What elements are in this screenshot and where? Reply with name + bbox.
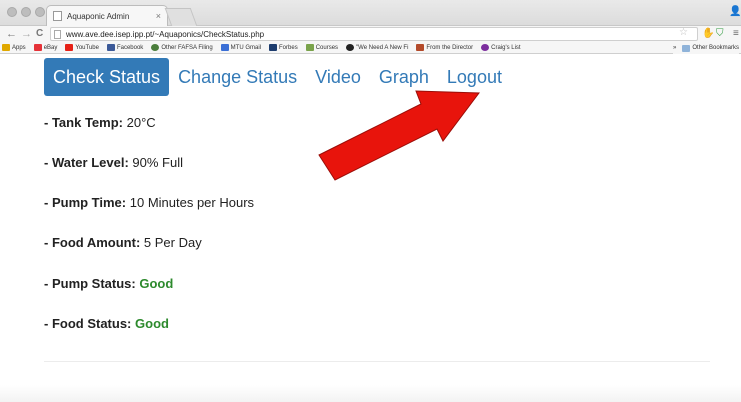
browser-toolbar: ← → C www.ave.dee.isep.ipp.pt/~Aquaponic… [0,26,741,42]
forbes-icon [269,44,278,51]
address-bar[interactable]: www.ave.dee.isep.ipp.pt/~Aquaponics/Chec… [50,27,698,41]
bookmark-facebook[interactable]: Facebook [106,44,143,51]
bookmark-we-need-a-new[interactable]: "We Need A New Fi [346,44,408,51]
bookmarks-overflow: » Other Bookmarks [672,42,739,54]
tank-temp-value: 20°C [126,115,156,130]
bookmark-craigs-list[interactable]: Craig's List [481,44,521,51]
minimize-window-icon[interactable] [21,7,31,17]
nav-graph[interactable]: Graph [370,58,438,96]
main-nav: Check Status Change Status Video Graph L… [44,58,511,96]
status-pump-status: - Pump Status: Good [44,276,174,291]
tab-close-icon[interactable]: × [156,11,161,21]
bookmark-from-the-director[interactable]: From the Director [416,44,473,51]
water-level-value: 90% Full [132,155,183,170]
reload-icon[interactable]: C [36,27,43,41]
bookmark-youtube[interactable]: YouTube [65,44,99,51]
browser-tab-bar: Aquaponic Admin × 👤 [0,0,741,26]
status-pump-time: - Pump Time: 10 Minutes per Hours [44,195,255,210]
bookmark-courses[interactable]: Courses [305,44,338,51]
pump-status-value: Good [139,276,174,291]
apps-grid-icon [2,44,10,51]
user-profile-icon[interactable]: 👤 [729,6,741,17]
new-tab-button[interactable] [164,8,198,26]
water-level-label: Water Level: [51,155,129,170]
food-amount-value: 5 Per Day [143,235,202,250]
food-status-value: Good [135,316,169,331]
bookmarks-bar: Apps eBay YouTube Facebook Other FAFSA F… [0,42,741,54]
ebay-icon [33,44,42,51]
close-window-icon[interactable] [7,7,17,17]
food-status-label: Food Status: [51,316,132,331]
menu-icon[interactable]: ≡ [733,28,739,39]
nav-logout[interactable]: Logout [438,58,511,96]
nav-change-status[interactable]: Change Status [169,58,306,96]
back-icon[interactable]: ← [6,27,17,41]
pump-time-value: 10 Minutes per Hours [129,195,255,210]
nav-video[interactable]: Video [306,58,370,96]
nav-check-status[interactable]: Check Status [44,58,170,96]
zoom-window-icon[interactable] [35,7,45,17]
tab-title: Aquaponic Admin [67,11,130,21]
folder-icon [682,44,691,52]
other-bookmarks[interactable]: Other Bookmarks [682,44,739,52]
youtube-icon [65,44,74,51]
food-amount-label: Food Amount: [51,235,141,250]
director-icon [416,44,425,51]
page-favicon-icon [53,11,62,21]
peace-icon [481,44,490,51]
bookmark-forbes[interactable]: Forbes [269,44,298,51]
footer-shade [0,385,741,402]
bookmark-apps[interactable]: Apps [2,44,26,51]
ted-icon [346,44,355,51]
page-content: Check Status Change Status Video Graph L… [0,55,741,402]
courses-icon [305,44,314,51]
browser-tab[interactable]: Aquaponic Admin × [46,5,168,26]
pump-status-label: Pump Status: [51,276,136,291]
gmail-icon [220,44,229,51]
bookmark-ebay[interactable]: eBay [33,44,57,51]
url-text[interactable]: www.ave.dee.isep.ipp.pt/~Aquaponics/Chec… [66,30,264,39]
fafsa-icon [151,44,160,51]
page-icon [54,29,61,39]
bookmark-star-icon[interactable]: ☆ [679,27,688,38]
status-tank-temp: - Tank Temp: 20°C [44,115,156,130]
bookmark-mtu-gmail[interactable]: MTU Gmail [220,44,261,51]
content-divider [44,361,710,362]
status-food-amount: - Food Amount: 5 Per Day [44,235,202,250]
status-water-level: - Water Level: 90% Full [44,155,183,170]
facebook-icon [106,44,115,51]
bookmark-fafsa[interactable]: Other FAFSA Filing [151,44,213,51]
extension-icon[interactable]: ✋ [702,28,714,39]
forward-icon[interactable]: → [21,27,32,41]
bookmarks-overflow-button[interactable]: » [673,45,676,51]
shield-icon[interactable]: ⛉ [716,28,724,39]
status-food-status: - Food Status: Good [44,316,169,331]
tank-temp-label: Tank Temp: [51,115,123,130]
pump-time-label: Pump Time: [51,195,127,210]
